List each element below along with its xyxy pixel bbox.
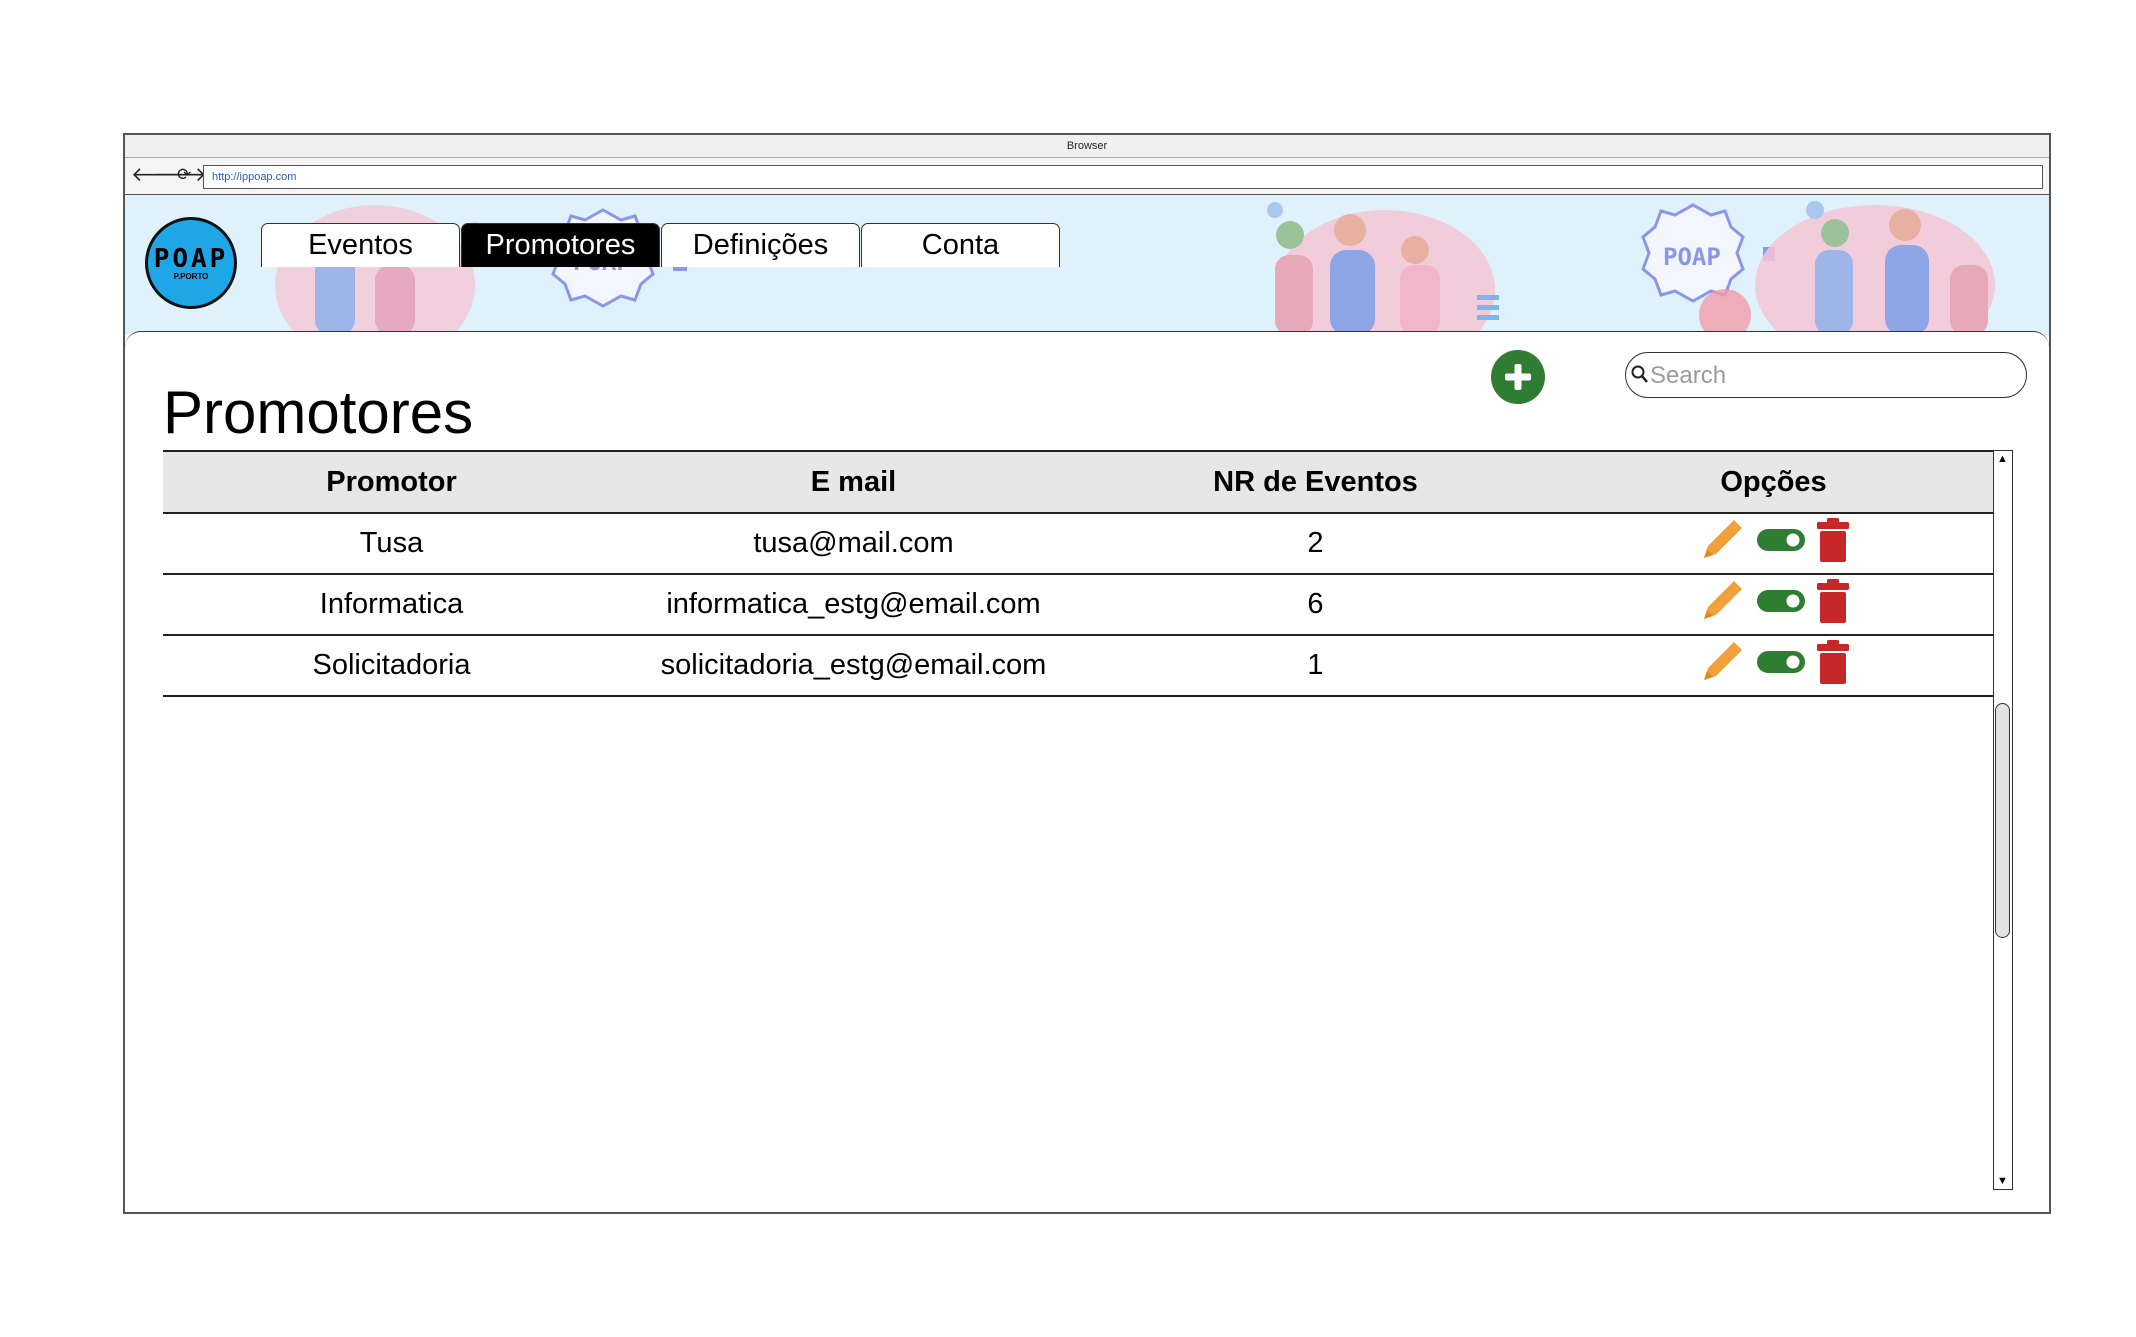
table-row: Solicitadoria solicitadoria_estg@email.co… <box>163 635 2003 697</box>
cell-opcoes <box>1544 574 2003 636</box>
browser-title: Browser <box>125 135 2049 158</box>
header-opcoes: Opções <box>1544 450 2003 514</box>
plus-icon <box>1505 364 1531 390</box>
tab-conta[interactable]: Conta <box>861 223 1060 267</box>
poap-logo[interactable]: POAP P.PORTO <box>145 217 237 309</box>
table-row: Tusa tusa@mail.com 2 <box>163 513 2003 575</box>
header-email[interactable]: E mail <box>620 450 1087 514</box>
add-promotor-button[interactable] <box>1491 350 1545 404</box>
tab-eventos[interactable]: Eventos <box>261 223 460 267</box>
search-icon <box>1631 365 1648 383</box>
trash-icon[interactable] <box>1816 517 1850 570</box>
scroll-up-arrow-icon[interactable]: ▲ <box>1994 451 2011 467</box>
trash-icon[interactable] <box>1816 578 1850 631</box>
cell-email: informatica_estg@email.com <box>620 574 1087 636</box>
cell-promotor: Solicitadoria <box>163 635 620 697</box>
tab-definicoes[interactable]: Definições <box>661 223 860 267</box>
cell-eventos: 6 <box>1087 574 1544 636</box>
content-panel: Promotores Promotor E mail NR de Eventos… <box>125 331 2049 1212</box>
table-header: Promotor E mail NR de Eventos Opções <box>163 450 2003 514</box>
vertical-scrollbar[interactable]: ▲ ▼ <box>1993 450 2013 1190</box>
cell-opcoes <box>1544 513 2003 575</box>
cell-eventos: 1 <box>1087 635 1544 697</box>
toggle-switch-icon[interactable] <box>1756 588 1806 622</box>
table-row: Informatica informatica_estg@email.com 6 <box>163 574 2003 636</box>
page-title: Promotores <box>163 379 474 446</box>
table-body: Tusa tusa@mail.com 2 Informatica informatica… <box>163 513 2003 697</box>
address-row: 🡐 🡒 ⟳ http://ippoap.com <box>125 158 2049 196</box>
cell-email: solicitadoria_estg@email.com <box>620 635 1087 697</box>
pencil-icon[interactable] <box>1698 638 1746 694</box>
toggle-switch-icon[interactable] <box>1756 527 1806 561</box>
scroll-down-arrow-icon[interactable]: ▼ <box>1994 1173 2011 1189</box>
banner-illustration-right: POAP <box>1267 201 1995 335</box>
cell-promotor: Tusa <box>163 513 620 575</box>
header-promotor[interactable]: Promotor <box>163 450 620 514</box>
pencil-icon[interactable] <box>1698 577 1746 633</box>
promotores-table: Promotor E mail NR de Eventos Opções Tus… <box>163 450 2003 697</box>
svg-text:POAP: POAP <box>1663 243 1721 271</box>
trash-icon[interactable] <box>1816 639 1850 692</box>
cell-opcoes <box>1544 635 2003 697</box>
scroll-thumb[interactable] <box>1995 703 2010 938</box>
header-nr-eventos[interactable]: NR de Eventos <box>1087 450 1544 514</box>
cell-promotor: Informatica <box>163 574 620 636</box>
browser-window: Browser 🡐 🡒 ⟳ http://ippoap.com POAP POA… <box>123 133 2051 1214</box>
search-input[interactable] <box>1648 359 2012 393</box>
toggle-switch-icon[interactable] <box>1756 649 1806 683</box>
cell-email: tusa@mail.com <box>620 513 1087 575</box>
pencil-icon[interactable] <box>1698 516 1746 572</box>
cell-eventos: 2 <box>1087 513 1544 575</box>
tab-promotores[interactable]: Promotores <box>461 223 660 267</box>
search-box <box>1625 352 2027 398</box>
reload-icon[interactable]: ⟳ <box>177 164 191 186</box>
main-tabs: Eventos Promotores Definições Conta <box>261 223 1061 267</box>
url-bar[interactable]: http://ippoap.com <box>203 165 2043 189</box>
